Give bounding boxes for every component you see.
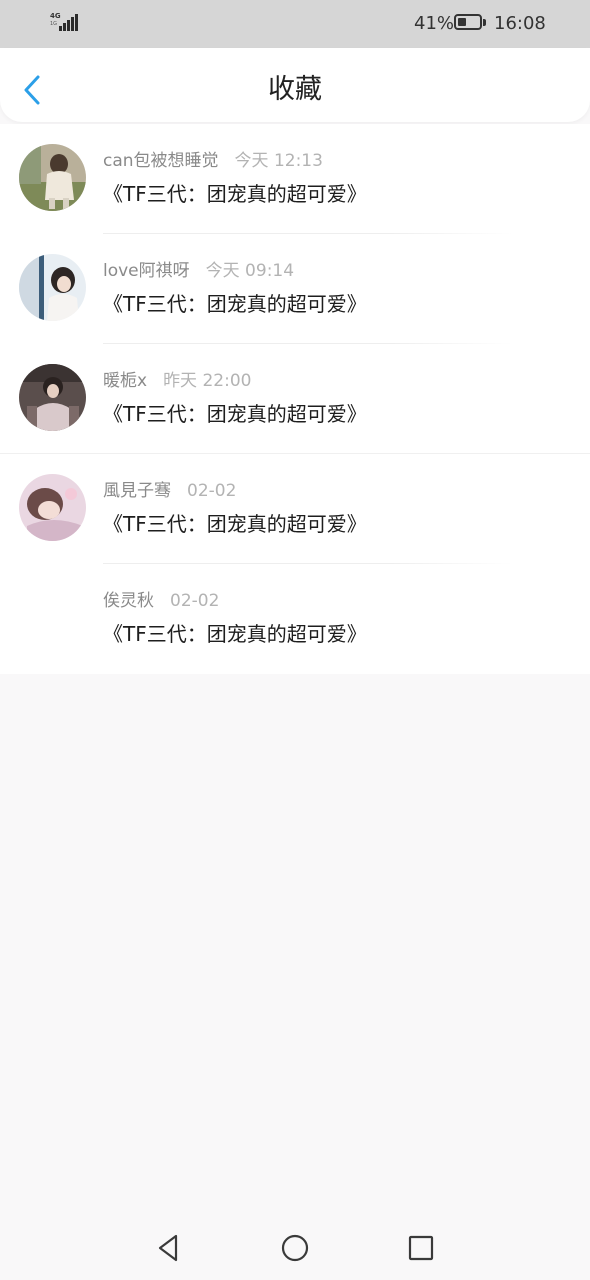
favorite-item[interactable]: 俟灵秋 02-02 《TF三代：团宠真的超可爱》	[0, 564, 590, 674]
user-name: 風見子骞 02-02	[103, 481, 237, 501]
post-title[interactable]: 《TF三代：团宠真的超可爱》	[103, 290, 367, 318]
post-time: 今天 09:14	[205, 261, 295, 281]
battery-cap	[483, 19, 486, 26]
favorite-item[interactable]: can包被想睡觉 今天 12:13 《TF三代：团宠真的超可爱》	[0, 124, 590, 234]
battery-fill	[458, 18, 466, 26]
system-nav-bar	[0, 1214, 590, 1280]
user-name: 俟灵秋 02-02	[103, 591, 220, 611]
user-name: 暖栀x 昨天 22:00	[103, 371, 252, 391]
post-title[interactable]: 《TF三代：团宠真的超可爱》	[103, 620, 367, 648]
circle-home-icon	[281, 1234, 309, 1262]
favorites-list: can包被想睡觉 今天 12:13 《TF三代：团宠真的超可爱》 love阿祺呀今…	[0, 124, 590, 674]
avatar[interactable]	[19, 144, 86, 211]
avatar[interactable]	[19, 364, 86, 431]
favorite-item[interactable]: 風見子骞 02-02 《TF三代：团宠真的超可爱》	[0, 454, 590, 564]
post-title[interactable]: 《TF三代：团宠真的超可爱》	[103, 510, 367, 538]
network-sub-label: 1G	[50, 21, 58, 27]
user-name: love阿祺呀 今天 09:14	[103, 261, 295, 281]
header: 收藏	[0, 48, 590, 122]
battery-icon	[454, 14, 482, 30]
signal-bars-icon	[59, 14, 79, 31]
nav-home-button[interactable]	[280, 1233, 310, 1263]
triangle-back-icon	[158, 1234, 178, 1262]
square-recent-icon	[408, 1235, 434, 1261]
favorite-item[interactable]: 暖栀x 昨天 22:00 《TF三代：团宠真的超可爱》	[0, 344, 590, 454]
post-time: 今天 12:13	[234, 151, 323, 171]
battery-percent: 41%	[414, 13, 455, 34]
status-bar: 4G 1G 41% 16:08	[0, 0, 590, 48]
post-time: 02-02	[187, 481, 237, 501]
app-screen: 4G 1G 41% 16:08 收藏 can包被想睡觉 今天 12:13 《TF…	[0, 0, 590, 1280]
nav-back-button[interactable]	[154, 1233, 184, 1263]
post-title[interactable]: 《TF三代：团宠真的超可爱》	[103, 180, 367, 208]
avatar[interactable]	[19, 254, 86, 321]
post-time: 02-02	[170, 591, 220, 611]
post-title[interactable]: 《TF三代：团宠真的超可爱》	[103, 400, 367, 428]
signal-indicator: 4G 1G	[50, 12, 80, 34]
post-time: 昨天 22:00	[163, 371, 252, 391]
nav-recent-button[interactable]	[406, 1233, 436, 1263]
favorite-item[interactable]: love阿祺呀 今天 09:14 《TF三代：团宠真的超可爱》	[0, 234, 590, 344]
avatar[interactable]	[19, 474, 86, 541]
user-name: can包被想睡觉 今天 12:13	[103, 151, 323, 171]
page-title: 收藏	[268, 74, 322, 105]
status-time: 16:08	[494, 13, 546, 34]
